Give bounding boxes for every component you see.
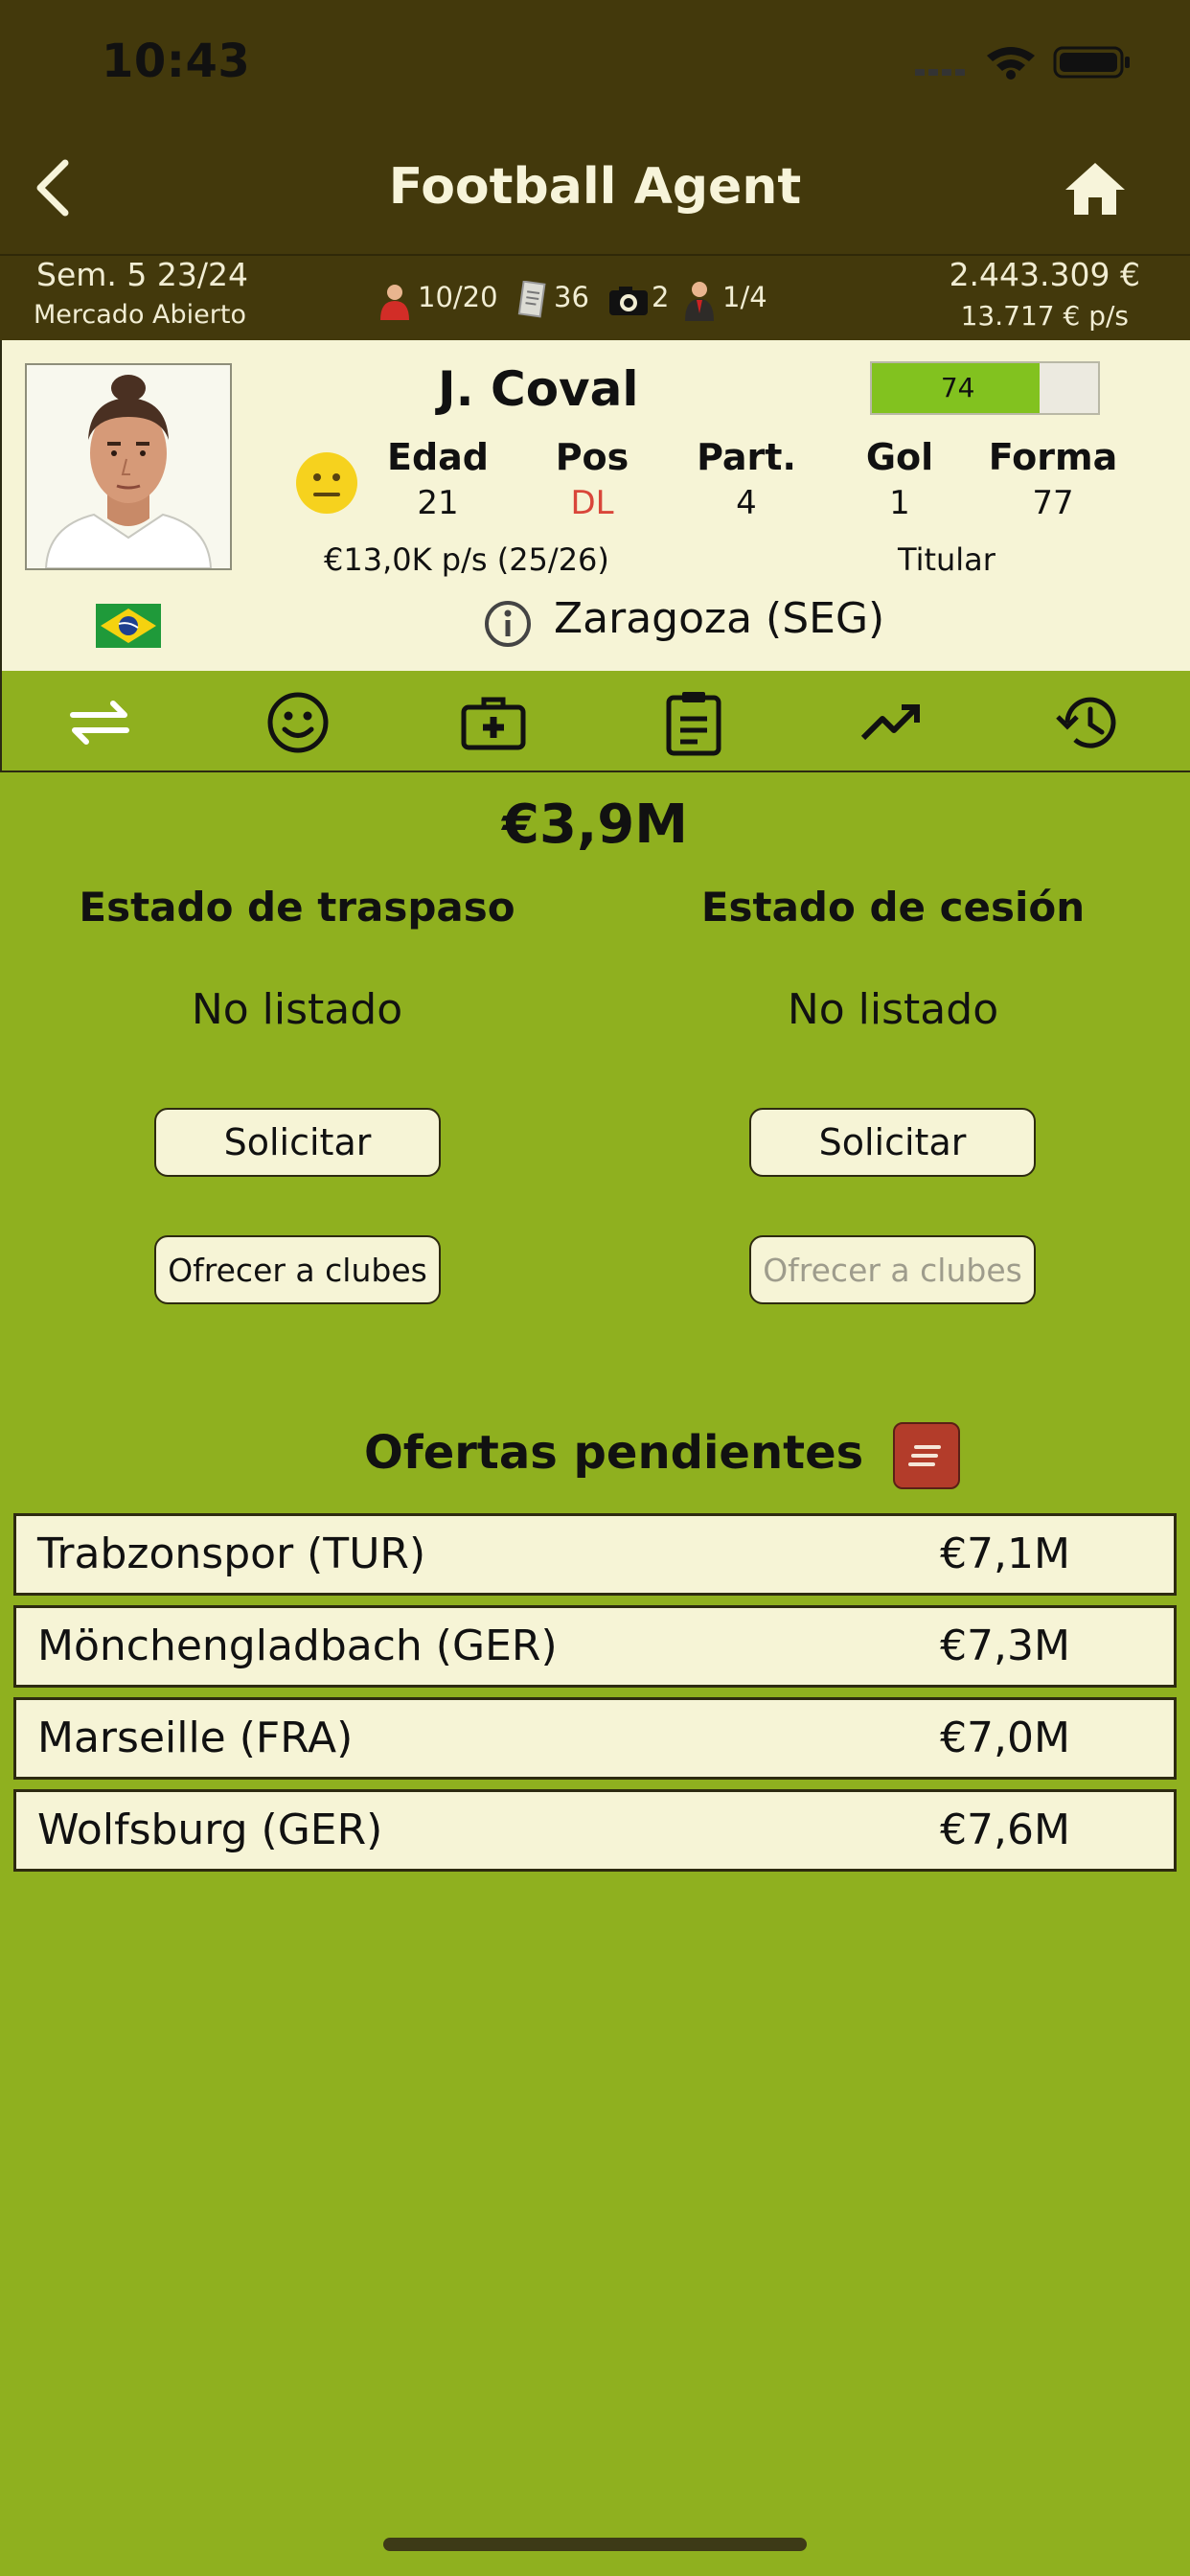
offers-list-button[interactable] — [893, 1422, 960, 1489]
stat-value-position: DL — [570, 484, 614, 522]
info-bar: Sem. 5 23/24 Mercado Abierto 10/20 36 2 … — [0, 254, 1190, 342]
medical-kit-icon[interactable] — [459, 688, 528, 757]
stat-value-form: 77 — [1032, 484, 1074, 522]
trending-up-icon[interactable] — [858, 688, 927, 757]
loan-request-button[interactable]: Solicitar — [749, 1108, 1036, 1177]
signal-icon — [915, 46, 1130, 80]
home-indicator[interactable] — [383, 2538, 807, 2551]
smiley-tab-icon[interactable] — [263, 688, 332, 757]
rating-value: 74 — [940, 372, 975, 403]
player-avatar[interactable] — [25, 363, 232, 570]
offer-amount: €7,1M — [940, 1530, 1070, 1578]
weekly-income: 13.717 € p/s — [960, 300, 1129, 332]
offer-row[interactable]: Mönchengladbach (GER) €7,3M — [13, 1605, 1177, 1688]
offer-to-clubs-button[interactable]: Ofrecer a clubes — [154, 1235, 441, 1304]
player-card: J. Coval 74 Edad 21 Pos DL Part. 4 Gol 1… — [0, 340, 1190, 673]
camera-icon — [609, 287, 648, 315]
clipboard-icon[interactable] — [659, 688, 728, 757]
status-time: 10:43 — [102, 34, 251, 88]
reports-count: 36 — [554, 281, 589, 313]
player-role: Titular — [898, 541, 995, 578]
neutral-face-icon[interactable] — [294, 450, 359, 516]
top-bar: 10:43 Football Agent — [0, 0, 1190, 254]
offer-row[interactable]: Marseille (FRA) €7,0M — [13, 1697, 1177, 1780]
status-icons — [915, 42, 1174, 80]
market-value: €3,9M — [502, 794, 688, 856]
rating-bar: 74 — [870, 361, 1100, 415]
offer-amount: €7,6M — [940, 1806, 1070, 1854]
stat-label-age: Edad — [386, 436, 489, 478]
player-salary: €13,0K p/s (25/26) — [324, 541, 609, 578]
player-portrait — [27, 365, 230, 568]
transfer-arrows-icon[interactable] — [65, 688, 134, 757]
info-icon[interactable] — [483, 599, 533, 649]
stat-label-goals: Gol — [865, 436, 934, 478]
staff-icon — [685, 282, 714, 321]
loan-status-value: No listado — [787, 985, 999, 1034]
home-icon[interactable] — [1064, 159, 1127, 218]
staff-count: 1/4 — [722, 281, 767, 313]
clients-icon — [380, 285, 409, 320]
week-label: Sem. 5 23/24 — [36, 256, 248, 293]
transfer-request-button[interactable]: Solicitar — [154, 1108, 441, 1177]
transfer-status-title: Estado de traspaso — [79, 884, 515, 931]
tab-bar — [0, 671, 1190, 772]
app-title: Football Agent — [388, 158, 802, 216]
offer-row[interactable]: Wolfsburg (GER) €7,6M — [13, 1789, 1177, 1872]
transfer-status-value: No listado — [191, 985, 403, 1034]
stat-value-goals: 1 — [889, 484, 910, 522]
loan-status-title: Estado de cesión — [700, 884, 1086, 931]
scouts-count: 2 — [652, 281, 670, 313]
stat-label-matches: Part. — [697, 436, 796, 478]
player-club[interactable]: Zaragoza (SEG) — [554, 594, 884, 643]
stat-value-age: 21 — [417, 484, 459, 522]
pending-offers-title: Ofertas pendientes — [364, 1426, 864, 1480]
clients-count: 10/20 — [418, 281, 498, 313]
wifi-icon — [987, 47, 1035, 80]
brazil-flag-icon — [96, 604, 161, 648]
offer-club: Mönchengladbach (GER) — [37, 1622, 558, 1670]
offer-club: Marseille (FRA) — [37, 1714, 354, 1762]
offer-row[interactable]: Trabzonspor (TUR) €7,1M — [13, 1513, 1177, 1596]
stat-label-position: Pos — [555, 436, 629, 478]
player-name: J. Coval — [438, 361, 639, 417]
stat-value-matches: 4 — [736, 484, 757, 522]
balance: 2.443.309 € — [949, 256, 1140, 293]
lines-icon — [908, 1445, 941, 1466]
offer-club: Wolfsburg (GER) — [37, 1806, 383, 1854]
market-status: Mercado Abierto — [34, 300, 246, 330]
reports-icon — [517, 281, 546, 318]
offer-club: Trabzonspor (TUR) — [37, 1530, 426, 1578]
offer-amount: €7,3M — [940, 1622, 1070, 1670]
battery-icon — [1053, 46, 1130, 79]
stat-label-form: Forma — [988, 436, 1118, 478]
history-icon[interactable] — [1054, 688, 1123, 757]
offer-amount: €7,0M — [940, 1714, 1070, 1762]
loan-offer-to-clubs-button: Ofrecer a clubes — [749, 1235, 1036, 1304]
